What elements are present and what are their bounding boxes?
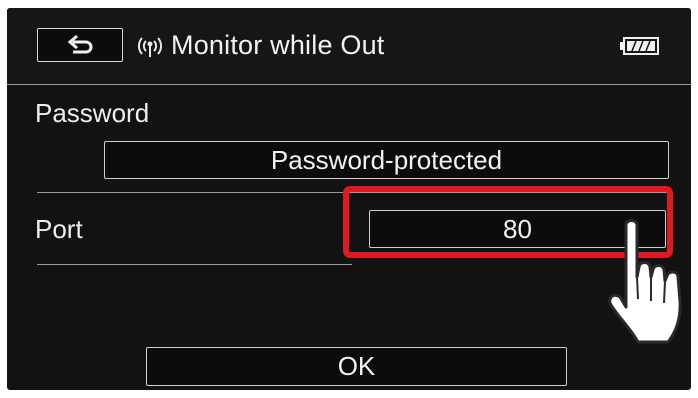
wifi-icon	[138, 37, 162, 57]
back-button[interactable]	[37, 28, 123, 62]
password-label: Password	[35, 98, 150, 128]
ok-button[interactable]: OK	[146, 347, 567, 386]
port-divider	[37, 264, 352, 265]
port-label: Port	[35, 214, 83, 244]
header-divider	[7, 84, 691, 85]
tap-hand-icon	[608, 219, 682, 344]
password-field[interactable]: Password-protected	[104, 141, 669, 179]
header-bar: Monitor while Out	[7, 8, 691, 84]
screen-title: Monitor while Out	[171, 30, 385, 60]
back-arrow-icon	[67, 34, 93, 54]
battery-icon	[620, 37, 659, 55]
